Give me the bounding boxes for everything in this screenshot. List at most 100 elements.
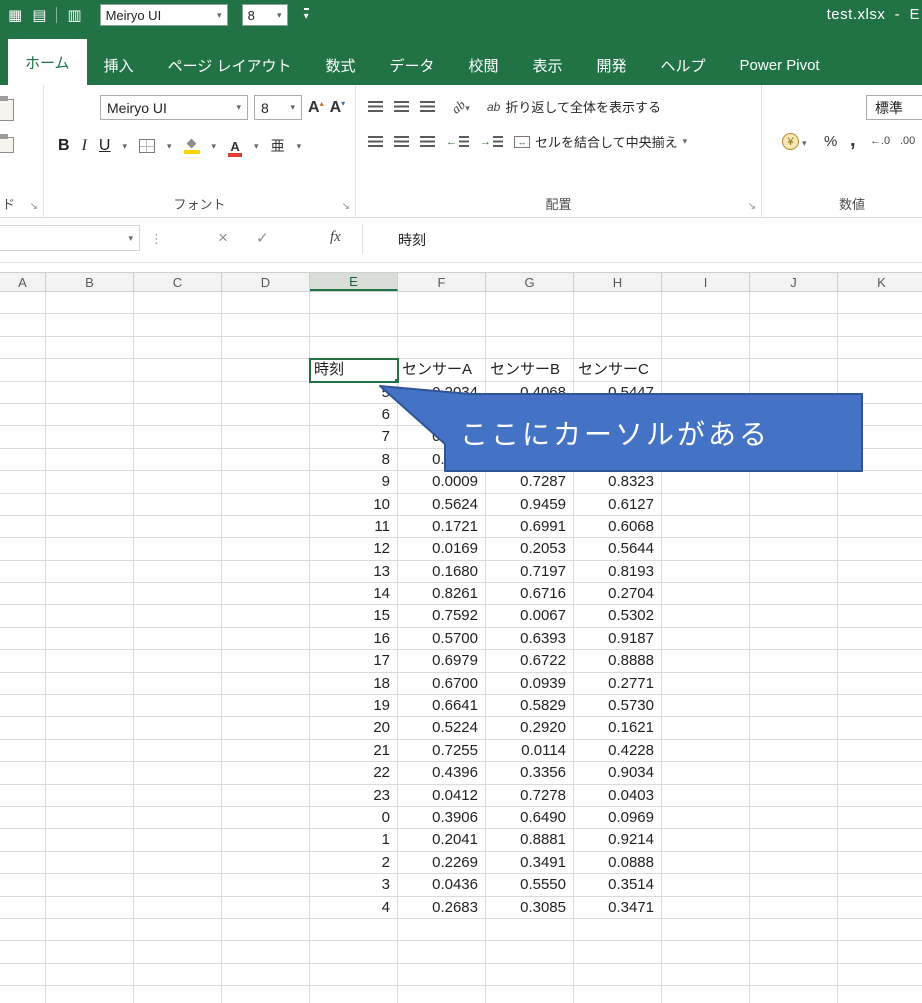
cell[interactable] [838, 561, 922, 584]
cell[interactable] [46, 739, 134, 763]
cell[interactable]: 3 [310, 874, 398, 897]
cell[interactable] [222, 538, 310, 561]
cell[interactable] [838, 359, 922, 382]
cell[interactable] [222, 918, 310, 942]
column-header-H[interactable]: H [574, 273, 662, 291]
fill-color-icon[interactable] [183, 139, 200, 154]
italic-button[interactable]: I [82, 137, 87, 155]
cell[interactable] [134, 717, 222, 740]
cell[interactable]: 0.3514 [574, 874, 662, 897]
cell[interactable] [662, 471, 750, 494]
cell[interactable] [574, 986, 662, 1003]
cell[interactable] [574, 336, 662, 360]
cell[interactable]: 0 [310, 806, 398, 830]
cell[interactable] [222, 583, 310, 606]
align-right-icon[interactable] [420, 136, 435, 147]
qat-more-icon[interactable]: ▾ [303, 8, 309, 22]
cell[interactable]: 0.7278 [486, 784, 574, 807]
column-header-G[interactable]: G [486, 273, 574, 291]
cell[interactable] [0, 784, 46, 807]
cell[interactable] [838, 337, 922, 360]
cell[interactable] [134, 515, 222, 539]
cell[interactable] [486, 292, 574, 315]
cell[interactable] [46, 403, 134, 427]
cell[interactable] [486, 918, 574, 942]
cell[interactable] [134, 538, 222, 561]
cell[interactable] [750, 292, 838, 315]
cell[interactable] [838, 807, 922, 830]
cell[interactable]: 0.4228 [574, 739, 662, 763]
percent-style-button[interactable]: % [824, 133, 837, 150]
tab-insert[interactable]: 挿入 [87, 45, 151, 85]
cell[interactable] [46, 672, 134, 696]
cell[interactable]: 0.9187 [574, 627, 662, 651]
cell[interactable] [662, 762, 750, 785]
cell[interactable] [46, 292, 134, 315]
cell[interactable] [46, 359, 134, 382]
tab-help[interactable]: ヘルプ [644, 45, 723, 85]
cell[interactable]: 0.5644 [574, 538, 662, 561]
cell[interactable] [486, 336, 574, 360]
underline-button[interactable]: U [99, 137, 111, 155]
cell[interactable] [46, 314, 134, 337]
column-header-E[interactable]: E [310, 273, 398, 291]
bold-button[interactable]: B [58, 137, 70, 155]
qat-font-name-combo[interactable]: Meiryo UI ▾ [99, 4, 228, 26]
cell[interactable]: 14 [310, 583, 398, 606]
cell[interactable] [838, 628, 922, 651]
cell[interactable] [46, 627, 134, 651]
cell[interactable] [222, 448, 310, 472]
cell[interactable] [46, 560, 134, 584]
cell[interactable]: 1 [310, 829, 398, 852]
tab-review[interactable]: 校閲 [451, 45, 515, 85]
cell[interactable] [0, 426, 46, 449]
column-header-I[interactable]: I [662, 273, 750, 291]
cancel-icon[interactable]: × [218, 228, 228, 248]
cell[interactable] [662, 292, 750, 315]
cell[interactable] [574, 941, 662, 964]
cell[interactable] [222, 560, 310, 584]
cell[interactable] [662, 829, 750, 852]
cell[interactable]: 0.8261 [398, 583, 486, 606]
cell[interactable] [0, 381, 46, 404]
cell[interactable] [222, 314, 310, 337]
cell[interactable] [0, 605, 46, 628]
cell[interactable] [134, 493, 222, 516]
cell[interactable]: 22 [310, 762, 398, 785]
cell[interactable]: 0.0888 [574, 851, 662, 875]
cell[interactable] [750, 650, 838, 673]
cell[interactable] [574, 963, 662, 987]
cell[interactable] [222, 717, 310, 740]
cell[interactable]: 0.7592 [398, 605, 486, 628]
cell[interactable] [46, 336, 134, 360]
cell[interactable] [0, 851, 46, 875]
cell[interactable] [662, 583, 750, 606]
cell[interactable] [0, 941, 46, 964]
cell[interactable] [222, 986, 310, 1003]
cell[interactable]: 0.8323 [574, 471, 662, 494]
increase-font-size-button[interactable]: A▴ [308, 99, 324, 117]
cell[interactable] [222, 426, 310, 449]
font-size-combo[interactable]: 8 ▾ [254, 95, 302, 120]
cell[interactable] [222, 336, 310, 360]
borders-dropdown-icon[interactable]: ▾ [167, 141, 172, 151]
cell[interactable] [750, 762, 838, 785]
paste-icon[interactable] [0, 96, 14, 121]
cell[interactable]: 0.8888 [574, 650, 662, 673]
cell[interactable]: 0.2041 [398, 829, 486, 852]
cell[interactable]: 0.6979 [398, 650, 486, 673]
cell[interactable]: 13 [310, 560, 398, 584]
cell[interactable] [0, 583, 46, 606]
cell[interactable]: 0.5302 [574, 605, 662, 628]
cell[interactable]: 0.0436 [398, 874, 486, 897]
cell[interactable] [838, 494, 922, 516]
cell[interactable] [134, 695, 222, 718]
cell[interactable] [0, 538, 46, 561]
cell[interactable] [310, 963, 398, 987]
cell[interactable]: 0.0403 [574, 784, 662, 807]
cell[interactable]: 0.0412 [398, 784, 486, 807]
column-header-C[interactable]: C [134, 273, 222, 291]
cell[interactable] [46, 963, 134, 987]
cell[interactable] [222, 471, 310, 494]
cell[interactable] [222, 381, 310, 404]
